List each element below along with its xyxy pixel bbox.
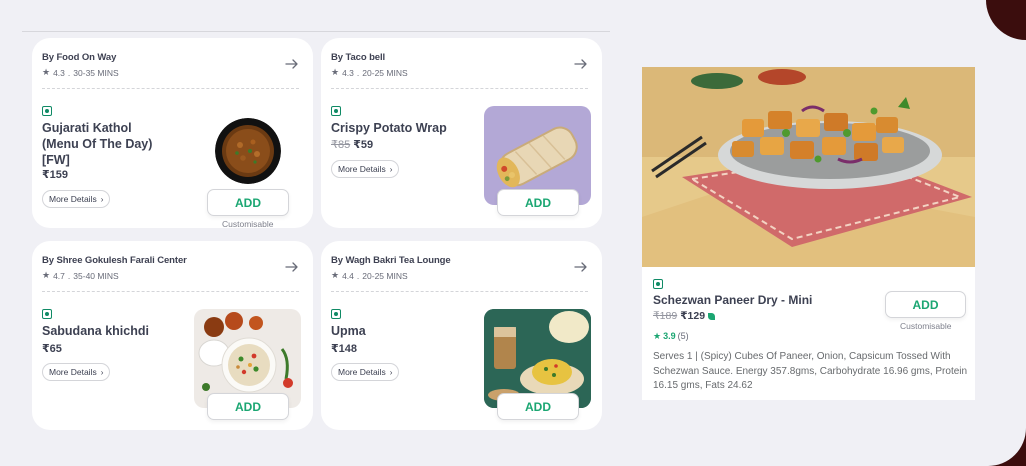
eta: 30-35 MINS xyxy=(73,67,119,78)
star-icon: ★ xyxy=(42,270,51,280)
old-price: ₹189 xyxy=(653,310,678,322)
arrow-right-icon[interactable] xyxy=(574,260,588,274)
restaurant-meta: ★ 4.3 . 30-35 MINS xyxy=(42,67,119,78)
dish-image xyxy=(215,118,281,184)
dish-name: Sabudana khichdi xyxy=(42,324,149,338)
dish-price: ₹189 ₹129 xyxy=(653,310,716,322)
dish-name: Upma xyxy=(331,324,366,338)
more-details-button[interactable]: More Details › xyxy=(331,160,400,178)
chevron-right-icon: › xyxy=(100,367,104,377)
chevron-right-icon: › xyxy=(389,164,393,174)
dish-card[interactable]: By Shree Gokulesh Farali Center ★ 4.7 . … xyxy=(32,241,313,430)
dish-card[interactable]: By Wagh Bakri Tea Lounge ★ 4.4 . 20-25 M… xyxy=(321,241,602,430)
arrow-right-icon[interactable] xyxy=(285,57,299,71)
add-button[interactable]: ADD xyxy=(497,189,579,216)
dish-price: ₹159 xyxy=(42,169,69,181)
restaurant-name: By Food On Way xyxy=(42,52,117,63)
separator: . xyxy=(67,270,71,281)
divider xyxy=(22,31,610,32)
eta: 20-25 MINS xyxy=(362,270,408,281)
add-button[interactable]: ADD xyxy=(885,291,966,318)
rating: 4.7 xyxy=(53,270,65,281)
rating: 4.3 xyxy=(342,67,354,78)
dashed-divider xyxy=(42,88,299,89)
dish-card[interactable]: By Taco bell ★ 4.3 . 20-25 MINS Crispy P… xyxy=(321,38,602,228)
arrow-right-icon[interactable] xyxy=(574,57,588,71)
restaurant-meta: ★ 4.7 . 35-40 MINS xyxy=(42,270,119,281)
more-details-label: More Details xyxy=(338,164,386,174)
old-price: ₹85 xyxy=(331,139,351,151)
separator: . xyxy=(356,67,360,78)
dish-rating: ★ 3.9 (5) xyxy=(653,331,689,342)
more-details-label: More Details xyxy=(49,367,97,377)
more-details-label: More Details xyxy=(338,367,386,377)
dish-card[interactable]: By Food On Way ★ 4.3 . 30-35 MINS Gujara… xyxy=(32,38,313,229)
dish-price: ₹148 xyxy=(331,343,358,355)
customisable-label: Customisable xyxy=(222,219,274,229)
rating-value: 3.9 xyxy=(663,331,676,341)
chevron-right-icon: › xyxy=(389,367,393,377)
star-icon: ★ xyxy=(331,270,340,280)
restaurant-name: By Wagh Bakri Tea Lounge xyxy=(331,255,451,266)
dish-hero-image xyxy=(642,67,975,267)
rating-count: (5) xyxy=(677,331,689,341)
rating: 4.3 xyxy=(53,67,65,78)
offer-leaf-icon xyxy=(708,312,716,320)
veg-indicator-icon xyxy=(653,279,663,289)
arrow-right-icon[interactable] xyxy=(285,260,299,274)
veg-indicator-icon xyxy=(42,106,52,116)
dish-name: Schezwan Paneer Dry - Mini xyxy=(653,293,813,307)
current-price: ₹129 xyxy=(680,310,706,322)
restaurant-name: By Shree Gokulesh Farali Center xyxy=(42,255,187,266)
dish-description: Serves 1 | (Spicy) Cubes Of Paneer, Onio… xyxy=(653,351,968,391)
dashed-divider xyxy=(331,88,588,89)
restaurant-meta: ★ 4.3 . 20-25 MINS xyxy=(331,67,408,78)
eta: 20-25 MINS xyxy=(362,67,408,78)
chevron-right-icon: › xyxy=(100,194,104,204)
veg-indicator-icon xyxy=(331,309,341,319)
eta: 35-40 MINS xyxy=(73,270,119,281)
dish-detail-panel: Schezwan Paneer Dry - Mini ₹189 ₹129 ★ 3.… xyxy=(642,67,975,400)
star-icon: ★ xyxy=(331,67,340,77)
more-details-button[interactable]: More Details › xyxy=(42,190,111,208)
current-price: ₹59 xyxy=(353,139,374,151)
star-icon: ★ xyxy=(653,331,662,341)
dashed-divider xyxy=(42,291,299,292)
add-button[interactable]: ADD xyxy=(207,189,289,216)
add-button[interactable]: ADD xyxy=(497,393,579,420)
star-icon: ★ xyxy=(42,67,51,77)
dish-name: Gujarati Kathol (Menu Of The Day) [FW] xyxy=(42,121,153,167)
add-button[interactable]: ADD xyxy=(207,393,289,420)
veg-indicator-icon xyxy=(42,309,52,319)
more-details-label: More Details xyxy=(49,194,97,204)
separator: . xyxy=(356,270,360,281)
veg-indicator-icon xyxy=(331,106,341,116)
restaurant-name: By Taco bell xyxy=(331,52,386,63)
customisable-label: Customisable xyxy=(900,321,952,331)
separator: . xyxy=(67,67,71,78)
dashed-divider xyxy=(331,291,588,292)
dish-price: ₹65 xyxy=(42,343,62,355)
restaurant-meta: ★ 4.4 . 20-25 MINS xyxy=(331,270,408,281)
rating: 4.4 xyxy=(342,270,354,281)
more-details-button[interactable]: More Details › xyxy=(42,363,111,381)
more-details-button[interactable]: More Details › xyxy=(331,363,400,381)
dish-name: Crispy Potato Wrap xyxy=(331,121,447,135)
dish-price: ₹85 ₹59 xyxy=(331,138,373,151)
